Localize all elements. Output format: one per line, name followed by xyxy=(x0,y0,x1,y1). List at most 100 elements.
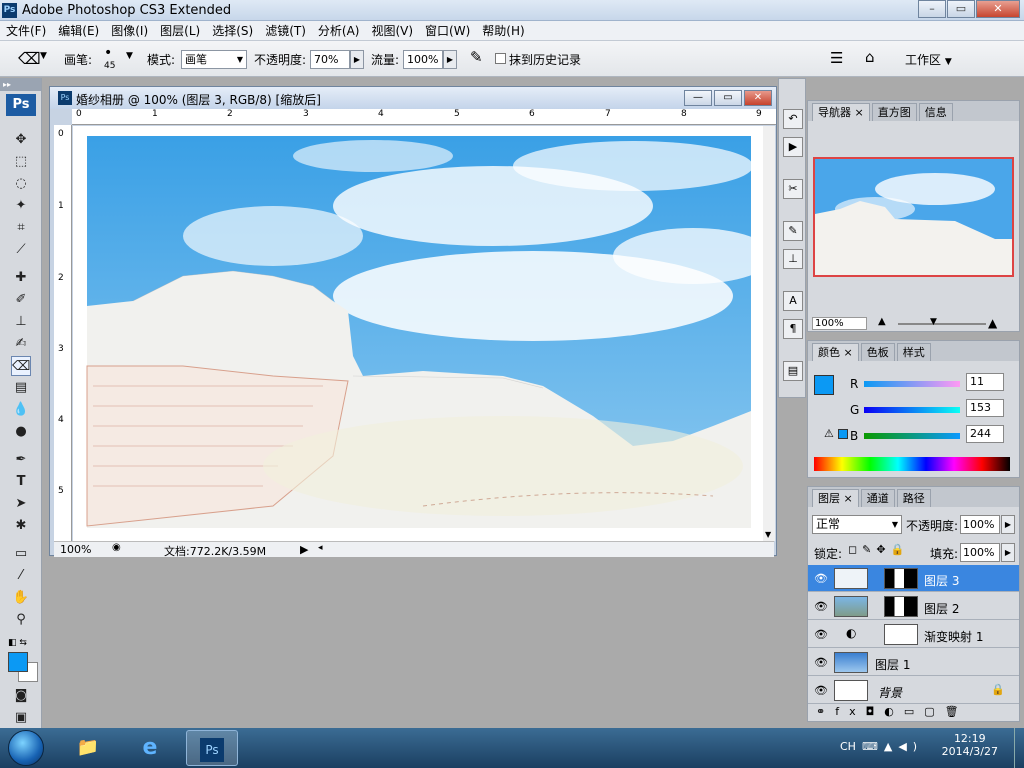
close-icon[interactable]: × xyxy=(855,106,864,119)
blend-mode-select[interactable]: 正常 ▼ xyxy=(812,515,902,534)
layer-row-gradient-map[interactable]: 👁 ◐ 渐变映射 1 xyxy=(808,621,1019,648)
pen-tool-icon[interactable]: ✒ xyxy=(11,450,31,470)
ps-badge[interactable]: Ps xyxy=(6,94,36,116)
slider-handle-icon[interactable]: ▼ xyxy=(930,317,937,327)
eye-icon[interactable]: 👁 xyxy=(814,656,828,669)
hand-tool-icon[interactable]: ✋ xyxy=(11,588,31,608)
input-language[interactable]: CH xyxy=(840,740,856,753)
layer-mask-thumbnail[interactable] xyxy=(884,568,918,589)
tray-icons[interactable]: ⌨▲◀) xyxy=(862,740,923,753)
b-input[interactable]: 244 xyxy=(966,425,1004,443)
palette-well-icon[interactable]: ☰ xyxy=(830,49,843,67)
screen-mode-icon[interactable]: ▣ xyxy=(11,708,31,728)
g-slider[interactable] xyxy=(864,407,960,413)
bridge-icon[interactable]: ⌂ xyxy=(865,48,875,66)
clone-stamp-tool-icon[interactable]: ⊥ xyxy=(11,312,31,332)
layer-row-2[interactable]: 👁 图层 2 xyxy=(808,593,1019,620)
brush-tool-icon[interactable]: ✐ xyxy=(11,290,31,310)
flow-input[interactable]: 100% xyxy=(403,50,443,69)
vertical-ruler[interactable]: 0 1 2 3 4 5 xyxy=(54,125,72,541)
layer-row-3[interactable]: 👁 图层 3 xyxy=(808,565,1019,592)
magic-wand-tool-icon[interactable]: ✦ xyxy=(11,196,31,216)
show-desktop-button[interactable] xyxy=(1014,728,1024,768)
b-slider[interactable] xyxy=(864,433,960,439)
gamut-warning-icon[interactable]: ⚠ xyxy=(824,427,834,440)
airbrush-icon[interactable]: ✎ xyxy=(470,48,483,66)
scroll-left-icon[interactable]: ◂ xyxy=(318,543,323,553)
eraser-tool-icon[interactable]: ⌫ xyxy=(11,356,31,376)
blur-tool-icon[interactable]: 💧 xyxy=(11,400,31,420)
layer-mask-thumbnail[interactable] xyxy=(884,596,918,617)
document-title-bar[interactable]: Ps 婚纱相册 @ 100% (图层 3, RGB/8) [缩放后] — ▭ ✕ xyxy=(50,87,776,109)
crop-tool-icon[interactable]: ⌗ xyxy=(11,218,31,238)
layer-mask-thumbnail[interactable] xyxy=(884,624,918,645)
layer-name[interactable]: 背景 xyxy=(878,684,902,701)
tool-preset-arrow-icon[interactable]: ▼ xyxy=(40,51,47,61)
opacity-slider-button[interactable]: ▶ xyxy=(350,50,364,69)
zoom-in-icon[interactable]: ▲ xyxy=(988,316,997,330)
history-panel-icon[interactable]: ↶ xyxy=(783,109,803,129)
explorer-icon[interactable]: 📁 xyxy=(62,730,114,766)
fill-input[interactable]: 100% xyxy=(960,543,1000,562)
menu-view[interactable]: 视图(V) xyxy=(371,22,413,39)
doc-minimize-button[interactable]: — xyxy=(684,90,712,106)
dodge-tool-icon[interactable]: ● xyxy=(11,422,31,442)
type-tool-icon[interactable]: T xyxy=(11,472,31,492)
close-icon[interactable]: × xyxy=(844,346,853,359)
close-icon[interactable]: × xyxy=(844,492,853,505)
doc-close-button[interactable]: ✕ xyxy=(744,90,772,106)
tab-histogram[interactable]: 直方图 xyxy=(871,103,917,121)
layer-actions-toolbar[interactable]: ⚭fx◘◐▭▢🗑 xyxy=(816,705,969,718)
tab-channels[interactable]: 通道 xyxy=(860,489,895,507)
layer-name[interactable]: 图层 1 xyxy=(875,656,910,673)
start-button[interactable] xyxy=(8,730,44,766)
menu-help[interactable]: 帮助(H) xyxy=(482,22,524,39)
character-panel-icon[interactable]: A xyxy=(783,291,803,311)
tab-styles[interactable]: 样式 xyxy=(896,343,931,361)
mode-select[interactable]: 画笔 ▼ xyxy=(181,50,247,69)
healing-brush-tool-icon[interactable]: ✚ xyxy=(11,268,31,288)
opacity-input[interactable]: 70% xyxy=(310,50,350,69)
shape-tool-icon[interactable]: ✱ xyxy=(11,516,31,536)
slice-tool-icon[interactable]: ⟋ xyxy=(11,240,31,260)
history-brush-tool-icon[interactable]: ✍ xyxy=(11,334,31,354)
maximize-button[interactable]: ▭ xyxy=(947,0,975,18)
doc-maximize-button[interactable]: ▭ xyxy=(714,90,742,106)
navigator-thumbnail[interactable] xyxy=(813,157,1014,277)
r-input[interactable]: 11 xyxy=(966,373,1004,391)
foreground-color-swatch[interactable] xyxy=(8,652,28,672)
lock-icons[interactable]: ◻✎✥🔒 xyxy=(848,543,909,556)
toolbox-header[interactable]: ▸▸ xyxy=(0,78,41,91)
color-spectrum-ramp[interactable] xyxy=(814,457,1010,471)
workspace-menu[interactable]: 工作区 ▼ xyxy=(905,51,952,68)
paragraph-panel-icon[interactable]: ¶ xyxy=(783,319,803,339)
close-button[interactable]: ✕ xyxy=(976,0,1020,18)
default-colors-icon[interactable]: ◧ ⇆ xyxy=(8,638,27,648)
menu-select[interactable]: 选择(S) xyxy=(212,22,253,39)
fill-slider-button[interactable]: ▶ xyxy=(1001,543,1015,562)
layer-name[interactable]: 图层 3 xyxy=(924,572,959,589)
tab-info[interactable]: 信息 xyxy=(918,103,953,121)
ie-icon[interactable]: e xyxy=(124,730,176,766)
gamut-swatch[interactable] xyxy=(838,429,848,439)
zoom-level[interactable]: 100% xyxy=(60,543,91,556)
system-clock[interactable]: 12:19 2014/3/27 xyxy=(942,732,998,758)
layer-opacity-input[interactable]: 100% xyxy=(960,515,1000,534)
menu-edit[interactable]: 编辑(E) xyxy=(58,22,99,39)
brush-picker-arrow-icon[interactable]: ▼ xyxy=(126,51,133,61)
vertical-scrollbar[interactable]: ▼ xyxy=(763,126,775,541)
layer-row-1[interactable]: 👁 图层 1 xyxy=(808,649,1019,676)
zoom-out-icon[interactable]: ▲ xyxy=(878,316,886,327)
layer-name[interactable]: 图层 2 xyxy=(924,600,959,617)
clone-source-icon[interactable]: ⊥ xyxy=(783,249,803,269)
layer-row-background[interactable]: 👁 背景 🔒 xyxy=(808,677,1019,704)
minimize-button[interactable]: – xyxy=(918,0,946,18)
path-selection-tool-icon[interactable]: ➤ xyxy=(11,494,31,514)
brush-preview-icon[interactable]: • xyxy=(104,45,112,61)
marquee-tool-icon[interactable]: ⬚ xyxy=(11,152,31,172)
menu-window[interactable]: 窗口(W) xyxy=(425,22,470,39)
gradient-tool-icon[interactable]: ▤ xyxy=(11,378,31,398)
tool-presets-icon[interactable]: ✂ xyxy=(783,179,803,199)
layer-name[interactable]: 渐变映射 1 xyxy=(924,628,983,645)
menu-file[interactable]: 文件(F) xyxy=(6,22,46,39)
